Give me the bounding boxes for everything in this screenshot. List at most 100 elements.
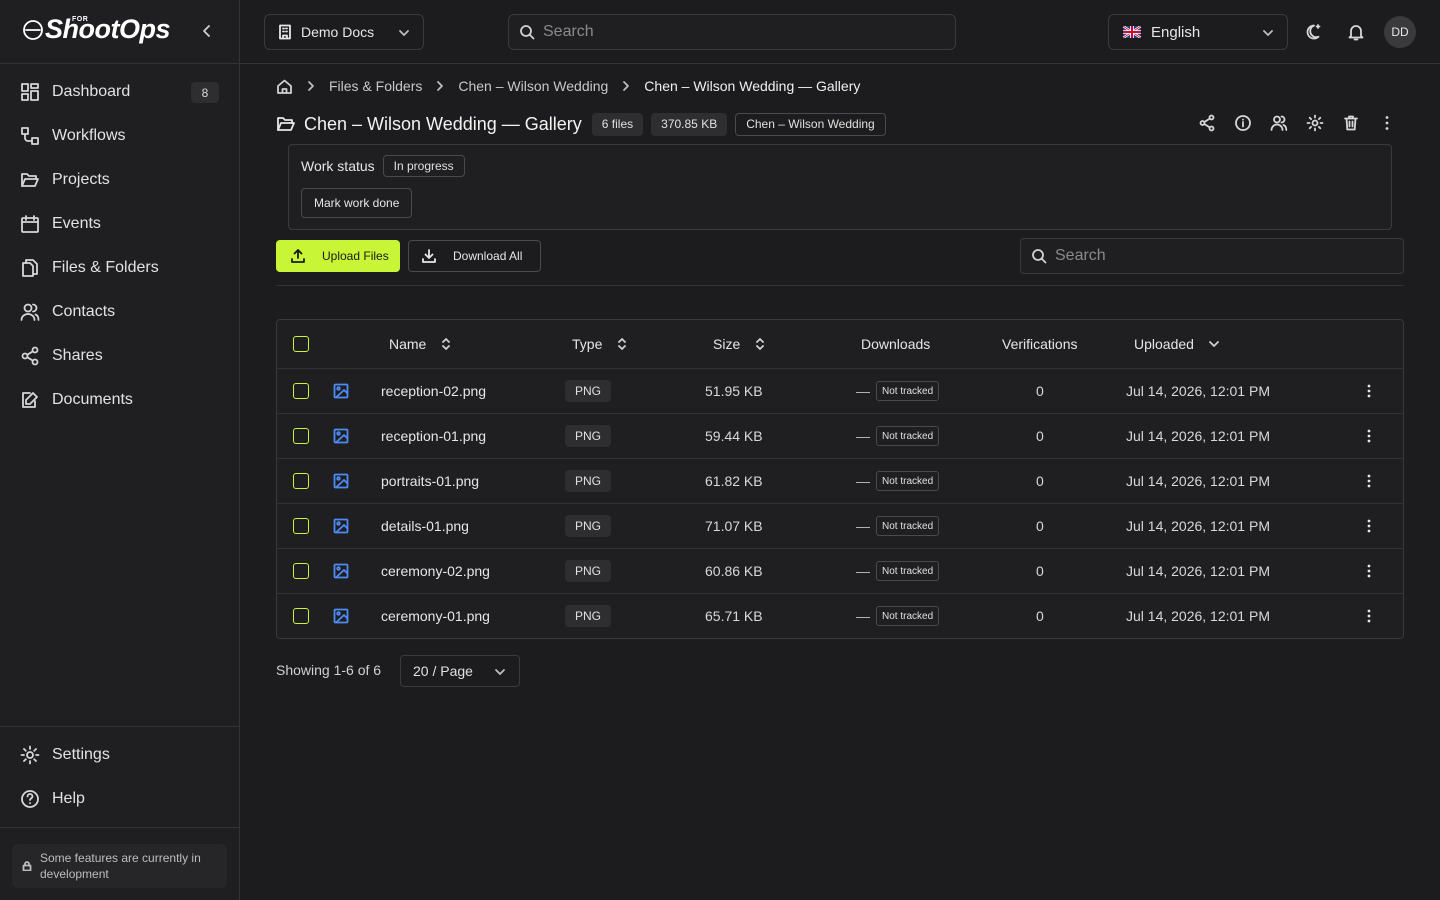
file-name[interactable]: portraits-01.png [381,473,479,489]
global-search-input[interactable] [543,23,936,41]
global-search [508,14,956,50]
downloads-cell: — Not tracked [856,459,940,503]
notifications-button[interactable] [1347,23,1365,41]
file-name[interactable]: details-01.png [381,518,469,534]
dashboard-icon [21,83,39,101]
work-status-row: Work status In progress [301,155,465,177]
row-checkbox[interactable] [293,518,309,534]
uploaded-date: Jul 14, 2026, 12:01 PM [1126,473,1270,489]
file-name[interactable]: reception-02.png [381,383,486,399]
more-vertical-icon[interactable] [1361,563,1377,579]
info-icon[interactable] [1234,114,1252,132]
gear-icon[interactable] [1306,114,1324,132]
trash-icon[interactable] [1342,114,1360,132]
image-file-icon [333,563,349,579]
building-icon [279,24,291,40]
sidebar-item-documents[interactable]: Documents [0,378,240,422]
user-avatar[interactable]: DD [1384,16,1416,48]
more-vertical-icon[interactable] [1378,114,1396,132]
brand-logo[interactable]: ShootOps FOR [22,14,171,45]
page-size-selector[interactable]: 20 / Page [400,655,520,687]
sidebar-item-contacts[interactable]: Contacts [0,290,240,334]
sidebar-item-label: Projects [52,171,110,188]
column-type[interactable]: Type [572,320,628,368]
theme-toggle-button[interactable] [1302,22,1322,42]
file-type-cell: PNG [565,459,612,503]
sidebar-item-projects[interactable]: Projects [0,158,240,202]
calendar-icon [21,215,39,233]
row-select-cell [293,504,309,548]
column-name[interactable]: Name [389,320,452,368]
more-vertical-icon[interactable] [1361,428,1377,444]
file-search-input[interactable] [1055,247,1390,265]
sidebar-item-settings[interactable]: Settings [0,733,240,777]
breadcrumb-files-folders[interactable]: Files & Folders [329,78,422,94]
row-checkbox[interactable] [293,563,309,579]
table-row[interactable]: ceremony-02.png PNG 60.86 KB — Not tracked 0 J… [277,548,1403,593]
file-size-cell: 71.07 KB [705,504,763,548]
select-all-checkbox[interactable] [293,336,309,352]
help-circle-icon [21,790,39,808]
sidebar-item-dashboard[interactable]: Dashboard 8 [0,70,240,114]
file-name[interactable]: ceremony-02.png [381,563,490,579]
file-name[interactable]: ceremony-01.png [381,608,490,624]
breadcrumb-project[interactable]: Chen – Wilson Wedding [458,78,608,94]
file-type-badge: PNG [565,425,612,447]
column-size[interactable]: Size [713,320,766,368]
mark-work-done-button[interactable]: Mark work done [301,188,413,218]
table-row[interactable]: portraits-01.png PNG 61.82 KB — Not tracked 0… [277,458,1403,503]
work-status-panel: Work status In progress Mark work done [288,144,1392,230]
row-actions-cell [1361,414,1377,458]
file-name-cell: ceremony-02.png [381,549,490,593]
sidebar-item-files-folders[interactable]: Files & Folders [0,246,240,290]
verifications-cell: 0 [1036,504,1044,548]
chevron-left-icon [203,25,210,37]
row-checkbox[interactable] [293,428,309,444]
verifications-cell: 0 [1036,594,1044,638]
sidebar-item-help[interactable]: Help [0,777,240,821]
collapse-sidebar-button[interactable] [198,22,216,40]
chevron-right-icon [308,81,314,91]
sort-icon [442,338,451,350]
workspace-selector[interactable]: Demo Docs [264,14,424,50]
more-vertical-icon[interactable] [1361,473,1377,489]
table-row[interactable]: reception-02.png PNG 51.95 KB — Not tracked 0… [277,368,1403,413]
uploaded-date: Jul 14, 2026, 12:01 PM [1126,563,1270,579]
upload-files-button[interactable]: Upload Files [276,240,400,272]
project-badge[interactable]: Chen – Wilson Wedding [735,112,886,136]
file-size: 71.07 KB [705,518,763,534]
users-icon[interactable] [1270,114,1288,132]
file-name-cell: reception-01.png [381,414,486,458]
home-icon[interactable] [276,78,293,95]
sidebar-item-label: Files & Folders [52,259,159,276]
file-type-cell: PNG [565,369,612,413]
brand-name: ShootOps [45,14,171,44]
verifications-count: 0 [1036,518,1044,534]
file-type-icon-cell [333,459,349,503]
table-row[interactable]: reception-01.png PNG 59.44 KB — Not tracked 0… [277,413,1403,458]
file-name[interactable]: reception-01.png [381,428,486,444]
tracking-badge: Not tracked [876,561,940,581]
sidebar-item-shares[interactable]: Shares [0,334,240,378]
table-row[interactable]: details-01.png PNG 71.07 KB — Not tracked 0 Ju… [277,503,1403,548]
column-uploaded[interactable]: Uploaded [1134,320,1220,368]
row-checkbox[interactable] [293,383,309,399]
row-checkbox[interactable] [293,473,309,489]
column-label: Name [389,336,427,352]
file-type-icon-cell [333,414,349,458]
folder-open-icon [21,173,39,187]
more-vertical-icon[interactable] [1361,608,1377,624]
more-vertical-icon[interactable] [1361,518,1377,534]
verifications-cell: 0 [1036,459,1044,503]
sidebar-item-workflows[interactable]: Workflows [0,114,240,158]
more-vertical-icon[interactable] [1361,383,1377,399]
language-selector[interactable]: English [1108,14,1288,50]
downloads-value: — [856,563,870,579]
file-size: 51.95 KB [705,383,763,399]
row-checkbox[interactable] [293,608,309,624]
share-icon[interactable] [1198,114,1216,132]
sidebar-item-events[interactable]: Events [0,202,240,246]
sidebar-item-label: Shares [52,347,103,364]
table-row[interactable]: ceremony-01.png PNG 65.71 KB — Not tracked 0 J… [277,593,1403,638]
download-all-button[interactable]: Download All [408,240,541,272]
